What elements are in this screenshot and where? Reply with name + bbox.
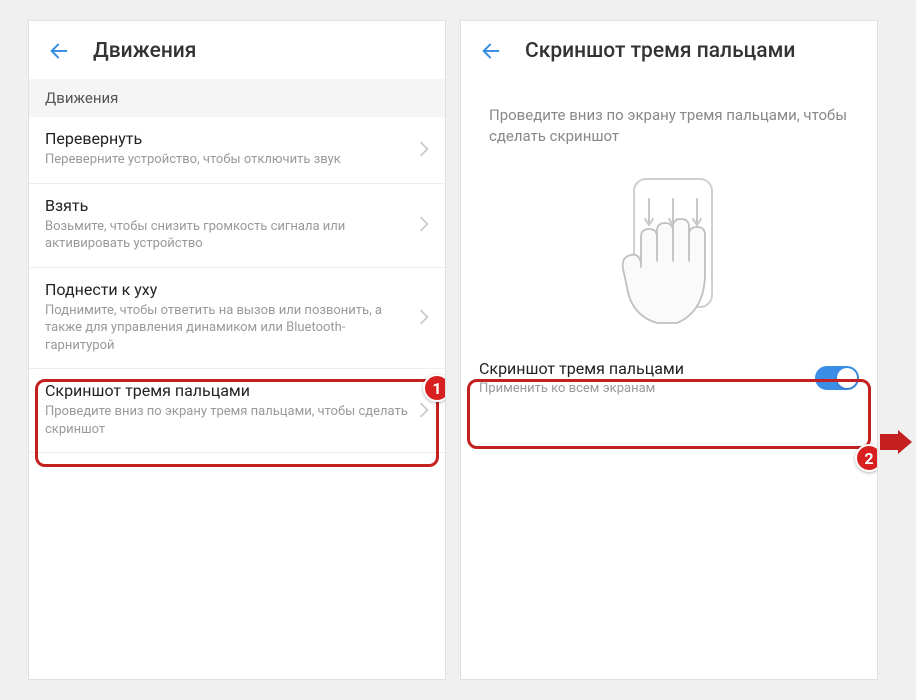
page-title: Скриншот тремя пальцами bbox=[525, 39, 795, 63]
chevron-right-icon bbox=[419, 309, 429, 325]
screen-three-finger-screenshot: Скриншот тремя пальцами Проведите вниз п… bbox=[460, 20, 878, 680]
step-badge-2: 2 bbox=[855, 444, 878, 472]
header: Скриншот тремя пальцами bbox=[461, 21, 877, 79]
toggle-subtitle: Применить ко всем экранам bbox=[479, 381, 815, 396]
motion-item-raise-to-ear[interactable]: Поднести к уху Поднимите, чтобы ответить… bbox=[29, 268, 445, 370]
toggle-switch[interactable] bbox=[815, 366, 859, 390]
next-arrow-icon bbox=[880, 430, 912, 454]
description-text: Проведите вниз по экрану тремя пальцами,… bbox=[461, 79, 877, 165]
item-subtitle: Возьмите, чтобы снизить громкость сигнал… bbox=[45, 218, 411, 253]
toggle-three-finger-screenshot: Скриншот тремя пальцами Применить ко все… bbox=[461, 345, 877, 410]
section-header: Движения bbox=[29, 79, 445, 117]
back-button[interactable] bbox=[479, 39, 503, 63]
item-subtitle: Поднимите, чтобы ответить на вызов или п… bbox=[45, 302, 411, 355]
item-subtitle: Переверните устройство, чтобы отключить … bbox=[45, 151, 411, 169]
item-subtitle: Проведите вниз по экрану тремя пальцами,… bbox=[45, 403, 411, 438]
step-badge-1: 1 bbox=[423, 374, 446, 402]
item-title: Поднести к уху bbox=[45, 280, 411, 299]
item-title: Перевернуть bbox=[45, 129, 411, 148]
motion-item-pickup[interactable]: Взять Возьмите, чтобы снизить громкость … bbox=[29, 184, 445, 268]
toggle-title: Скриншот тремя пальцами bbox=[479, 359, 815, 378]
chevron-right-icon bbox=[419, 216, 429, 232]
hand-swipe-icon bbox=[579, 171, 759, 341]
chevron-right-icon bbox=[419, 402, 429, 418]
screen-motions: Движения Движения Перевернуть Перевернит… bbox=[28, 20, 446, 680]
motion-item-flip[interactable]: Перевернуть Переверните устройство, чтоб… bbox=[29, 117, 445, 184]
item-title: Скриншот тремя пальцами bbox=[45, 381, 411, 400]
item-title: Взять bbox=[45, 196, 411, 215]
arrow-left-icon bbox=[480, 40, 502, 62]
header: Движения bbox=[29, 21, 445, 79]
back-button[interactable] bbox=[47, 39, 71, 63]
page-title: Движения bbox=[93, 39, 196, 63]
gesture-illustration bbox=[461, 165, 877, 345]
switch-knob bbox=[837, 368, 857, 388]
chevron-right-icon bbox=[419, 141, 429, 157]
motion-item-three-finger-screenshot[interactable]: Скриншот тремя пальцами Проведите вниз п… bbox=[29, 369, 445, 453]
arrow-left-icon bbox=[48, 40, 70, 62]
